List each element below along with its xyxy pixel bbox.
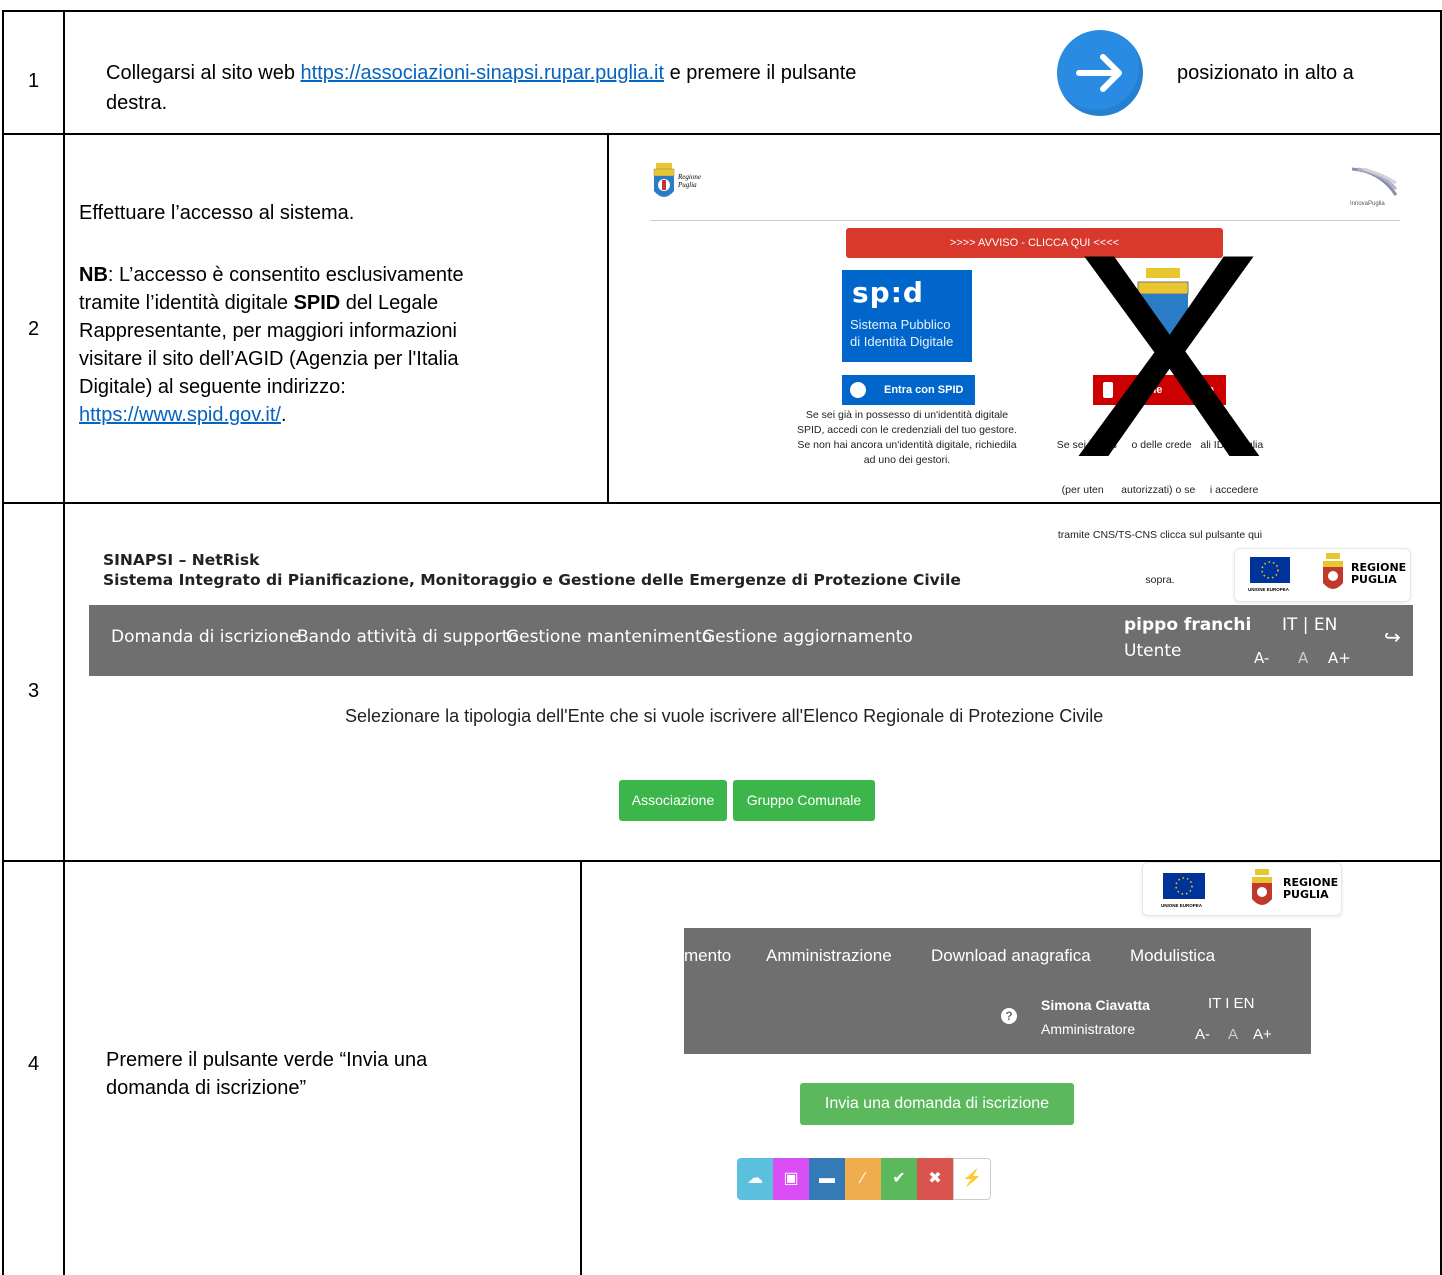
- number-column-divider: [63, 10, 65, 1275]
- cross-mark: X: [1072, 194, 1266, 518]
- innovapuglia-logo: InnovaPuglia: [1350, 167, 1410, 207]
- logout-icon[interactable]: C: [1324, 1006, 1338, 1029]
- row-number-4: 4: [28, 1053, 40, 1075]
- spid-description: Se sei già in possesso di un'identità di…: [796, 409, 1018, 466]
- regione-crest-icon: [1322, 553, 1344, 593]
- user-role: Amministratore: [1041, 1021, 1136, 1037]
- row2-nb-line2: tramite l’identità digitale SPID del Leg…: [79, 292, 439, 314]
- eu-flag-icon: [1163, 873, 1205, 899]
- user-name: Simona Ciavatta: [1041, 997, 1150, 1013]
- checkmark-icon[interactable]: ✔: [881, 1158, 917, 1200]
- table-divider-left-col: [2, 10, 63, 12]
- help-icon[interactable]: ?: [1001, 1008, 1017, 1024]
- entra-con-spid-button[interactable]: Entra con SPID: [842, 375, 975, 405]
- ente-type-prompt: Selezionare la tipologia dell'Ente che s…: [345, 706, 1104, 726]
- spid-bold: SPID: [293, 292, 341, 314]
- font-normal-button[interactable]: A: [1298, 649, 1308, 667]
- app-title: SINAPSI – NetRisk Sistema Integrato di P…: [103, 551, 961, 589]
- gruppo-comunale-button[interactable]: Gruppo Comunale: [733, 780, 875, 821]
- font-increase-button[interactable]: A+: [1328, 649, 1351, 667]
- row2-inner-divider: [607, 133, 609, 503]
- language-switch[interactable]: IT | EN: [1282, 615, 1337, 635]
- nb-label: NB: [79, 264, 108, 286]
- row2-nb-line4: visitare il sito dell’AGID (Agenzia per …: [79, 348, 459, 370]
- header-logos: UNIONE EUROPEA REGIONE PUGLIA: [1234, 548, 1411, 602]
- menu-domanda-iscrizione[interactable]: Domanda di iscrizione: [111, 627, 300, 647]
- comment-icon[interactable]: ▬: [809, 1158, 845, 1200]
- row1-text-after: posizionato in alto a: [1177, 62, 1354, 84]
- menu-download-anagrafica[interactable]: Download anagrafica: [931, 946, 1091, 966]
- row2-nb-block: NB: L’accesso è consentito esclusivament…: [79, 261, 599, 429]
- eu-flag-icon: [1250, 557, 1290, 583]
- row4-inner-divider: [580, 860, 582, 1275]
- login-header-divider: [650, 220, 1400, 221]
- bolt-icon[interactable]: ⚡: [953, 1158, 991, 1200]
- row-number-2: 2: [28, 318, 40, 340]
- paperclip-icon[interactable]: ∕: [845, 1158, 881, 1200]
- row1-text-wrap: destra.: [106, 92, 168, 114]
- menu-bando-attivita[interactable]: Bando attività di supporto: [297, 627, 519, 647]
- innovapuglia-swoosh-icon: [1351, 167, 1398, 196]
- menu-modulistica[interactable]: Modulistica: [1130, 946, 1215, 966]
- menu-gestione-mantenimento[interactable]: Gestione mantenimento: [506, 627, 712, 647]
- table-border-top: [63, 10, 1442, 12]
- font-increase-button[interactable]: A+: [1253, 1026, 1272, 1043]
- user-icon: [850, 382, 866, 398]
- user-name: pippo franchi: [1124, 615, 1252, 635]
- sinapsi-site-link[interactable]: https://associazioni-sinapsi.rupar.pugli…: [301, 62, 665, 84]
- row1-text-before: Collegarsi al sito web: [106, 62, 301, 84]
- menu-amministrazione[interactable]: Amministrazione: [766, 946, 892, 966]
- row-divider-1: [2, 133, 1442, 135]
- upload-cloud-icon[interactable]: ☁: [737, 1158, 773, 1200]
- row-number-3: 3: [28, 680, 40, 702]
- folder-open-icon[interactable]: ▣: [773, 1158, 809, 1200]
- row2-nb-line1: NB: L’accesso è consentito esclusivament…: [79, 264, 464, 286]
- row2-nb-line3: Rappresentante, per maggiori informazion…: [79, 320, 457, 342]
- row1-text-mid: e premere il pulsante: [664, 62, 857, 84]
- app-navbar: Domanda di iscrizione Bando attività di …: [89, 605, 1413, 676]
- arrow-right-icon: [1076, 54, 1122, 92]
- close-icon[interactable]: ✖: [917, 1158, 953, 1200]
- row2-nb-line6: https://www.spid.gov.it/.: [79, 404, 287, 426]
- arrow-right-button-icon: [1057, 30, 1143, 116]
- table-border-left: [2, 10, 4, 1275]
- user-role: Utente: [1124, 641, 1182, 661]
- font-decrease-button[interactable]: A-: [1254, 649, 1269, 667]
- regione-puglia-crest-icon: [653, 163, 675, 197]
- associazione-button[interactable]: Associazione: [619, 780, 727, 821]
- invia-domanda-button[interactable]: Invia una domanda di iscrizione: [800, 1083, 1074, 1125]
- font-decrease-button[interactable]: A-: [1195, 1026, 1210, 1043]
- spid-gov-link[interactable]: https://www.spid.gov.it/: [79, 404, 281, 426]
- logout-icon[interactable]: ↪: [1384, 625, 1401, 649]
- row4-instruction: Premere il pulsante verde “Invia una dom…: [106, 1049, 428, 1099]
- admin-navbar: mento Amministrazione Download anagrafic…: [684, 928, 1338, 1054]
- row2-line1: Effettuare l’accesso al sistema.: [79, 202, 355, 224]
- menu-mantenimento[interactable]: mento: [684, 946, 731, 966]
- regione-puglia-logo: Regione Puglia: [652, 163, 701, 205]
- row2-nb-line5: Digitale) al seguente indirizzo:: [79, 376, 346, 398]
- row1-instruction: Collegarsi al sito web https://associazi…: [106, 59, 856, 87]
- spid-logo: sp:d Sistema Pubblico di Identità Digita…: [842, 270, 972, 362]
- regione-crest-icon: [1251, 869, 1273, 909]
- language-switch[interactable]: IT I EN: [1208, 995, 1254, 1012]
- row-number-1: 1: [28, 70, 40, 92]
- font-normal-button[interactable]: A: [1228, 1026, 1238, 1043]
- menu-gestione-aggiornamento[interactable]: Gestione aggiornamento: [702, 627, 913, 647]
- admin-header-logos: UNIONE EUROPEA REGIONE PUGLIA: [1142, 862, 1342, 916]
